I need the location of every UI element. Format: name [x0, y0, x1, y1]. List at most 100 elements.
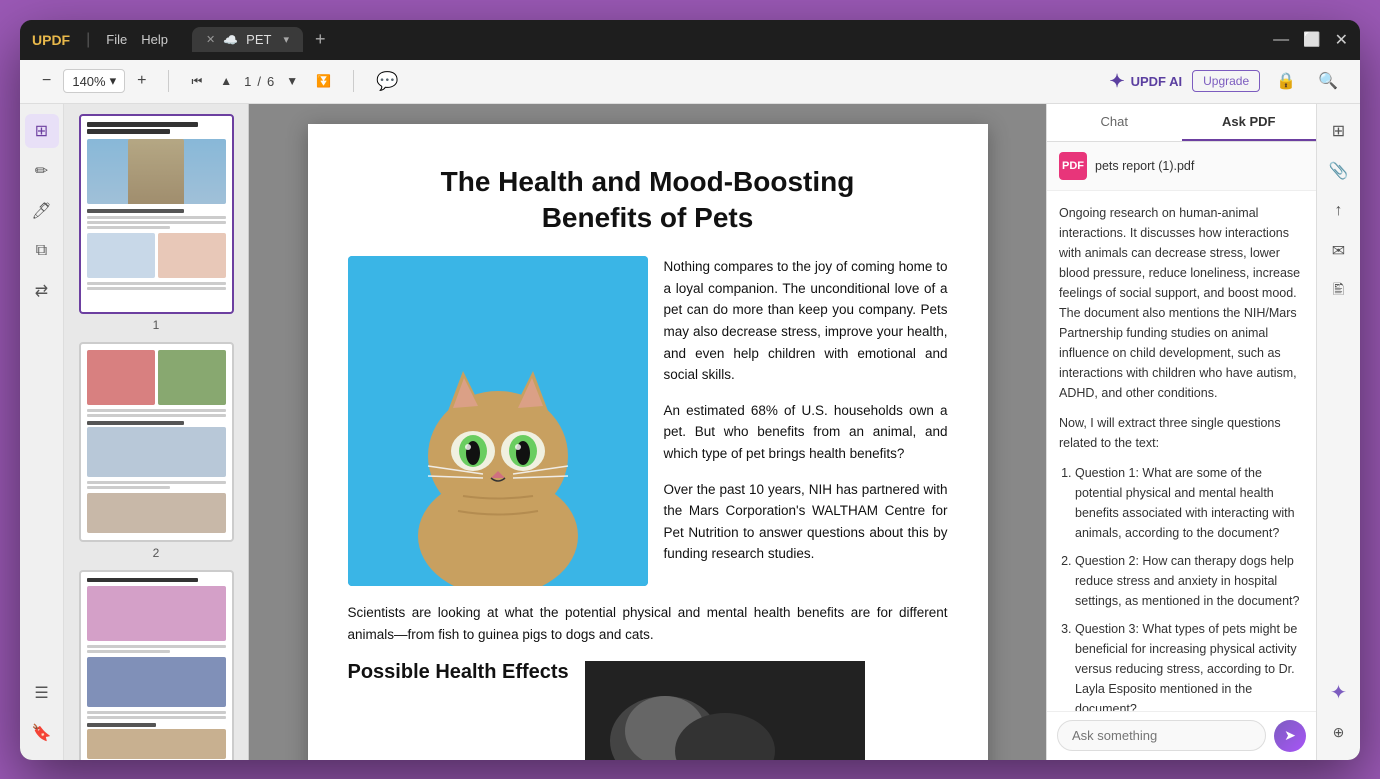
toolbar: − 140% ▾ + ⏮ ▲ 1 / 6 ▼ ⏬ 💬 ✦ UPDF AI Upg… [20, 60, 1360, 104]
close-button[interactable]: ✕ [1335, 30, 1348, 50]
comment-button[interactable]: 💬 [370, 67, 404, 96]
ai-panel: Chat Ask PDF PDF pets report (1).pdf Ong… [1046, 104, 1316, 760]
ai-label: UPDF AI [1131, 74, 1183, 89]
rp-mail-icon[interactable]: ✉ [1322, 234, 1356, 268]
pdf-content-row: Nothing compares to the joy of coming ho… [348, 256, 948, 586]
tab-pet[interactable]: ✕ ☁️ PET ▾ [192, 27, 303, 52]
ai-question-intro: Now, I will extract three single questio… [1059, 413, 1304, 453]
rp-stamp-icon[interactable]: 🖺 [1322, 274, 1356, 308]
tab-ask-pdf[interactable]: Ask PDF [1182, 104, 1317, 141]
pdf-viewer[interactable]: The Health and Mood-BoostingBenefits of … [249, 104, 1046, 760]
toolbar-sep-1 [168, 70, 169, 92]
page-current: 1 [244, 74, 251, 89]
ai-question-1: Question 1: What are some of the potenti… [1075, 463, 1304, 543]
tab-area: ✕ ☁️ PET ▾ + [192, 27, 332, 52]
pdf-para-1: Nothing compares to the joy of coming ho… [664, 256, 948, 386]
tab-chat[interactable]: Chat [1047, 104, 1182, 141]
tab-close-icon[interactable]: ✕ [206, 33, 215, 46]
window-controls: — ⬜ ✕ [1273, 30, 1348, 50]
search-button[interactable]: 🔍 [1312, 67, 1344, 95]
rp-attachment-icon[interactable]: 📎 [1322, 154, 1356, 188]
cat-illustration [348, 256, 648, 586]
app-logo: UPDF [32, 32, 70, 48]
upgrade-button[interactable]: Upgrade [1192, 70, 1260, 92]
pdf-section-title: Possible Health Effects [348, 661, 569, 684]
pdf-section-block: Possible Health Effects [348, 661, 569, 696]
ai-tabs: Chat Ask PDF [1047, 104, 1316, 142]
ai-file-info: PDF pets report (1).pdf [1047, 142, 1316, 191]
ai-logo-icon: ✦ [1110, 71, 1125, 92]
rp-ai-icon[interactable]: ✦ [1322, 676, 1356, 710]
page-nav-controls: ⏮ ▲ 1 / 6 ▼ ⏬ [185, 70, 337, 93]
sidebar-item-bookmark[interactable]: 🔖 [25, 716, 59, 750]
sidebar-item-annotate[interactable]: 🖊 [25, 194, 59, 228]
sidebar-item-edit[interactable]: ✏ [25, 154, 59, 188]
tab-cloud-icon: ☁️ [223, 33, 238, 47]
thumb-num-2: 2 [153, 546, 160, 560]
sidebar-item-convert[interactable]: ⇄ [25, 274, 59, 308]
zoom-dropdown-icon: ▾ [110, 73, 117, 89]
ai-file-icon: PDF [1059, 152, 1087, 180]
thumbnail-panel: 1 [64, 104, 249, 760]
rp-share-icon[interactable]: ↑ [1322, 194, 1356, 228]
menu-help[interactable]: Help [141, 32, 168, 47]
thumb-image-1 [79, 114, 234, 314]
pdf-page: The Health and Mood-BoostingBenefits of … [308, 124, 988, 760]
rp-extra-icon[interactable]: ⊕ [1322, 716, 1356, 750]
nav-last-button[interactable]: ⏬ [310, 70, 337, 92]
sidebar-item-combine[interactable]: ⧉ [25, 234, 59, 268]
updf-ai-button[interactable]: ✦ UPDF AI [1110, 71, 1183, 92]
pdf-title: The Health and Mood-BoostingBenefits of … [348, 164, 948, 237]
ai-input-field[interactable] [1057, 720, 1266, 751]
pdf-bottom-image [585, 661, 865, 759]
rp-view-icon[interactable]: ⊞ [1322, 114, 1356, 148]
tab-label: PET [246, 32, 271, 47]
minimize-button[interactable]: — [1273, 31, 1289, 49]
tab-add-button[interactable]: + [309, 29, 332, 50]
pdf-para-2: An estimated 68% of U.S. households own … [664, 400, 948, 465]
thumb-image-2 [79, 342, 234, 542]
page-separator: / [257, 74, 261, 89]
page-total: 6 [267, 74, 274, 89]
tab-arrow-icon: ▾ [283, 33, 289, 46]
logo-text: UPDF [32, 32, 70, 48]
nav-next-button[interactable]: ▼ [280, 70, 304, 92]
ai-file-name: pets report (1).pdf [1095, 159, 1194, 173]
pdf-cat-image [348, 256, 648, 586]
thumb-item-3[interactable]: 3 [74, 570, 238, 760]
ai-input-row: ➤ [1047, 711, 1316, 760]
zoom-level-display[interactable]: 140% ▾ [63, 69, 125, 93]
left-sidebar: ⊞ ✏ 🖊 ⧉ ⇄ ☰ 🔖 [20, 104, 64, 760]
main-content: ⊞ ✏ 🖊 ⧉ ⇄ ☰ 🔖 [20, 104, 1360, 760]
zoom-out-button[interactable]: − [36, 68, 57, 94]
ai-question-2: Question 2: How can therapy dogs help re… [1075, 551, 1304, 611]
sidebar-item-layers[interactable]: ☰ [25, 676, 59, 710]
thumb-item-2[interactable]: 2 [74, 342, 238, 560]
title-bar: UPDF | File Help ✕ ☁️ PET ▾ + — ⬜ ✕ [20, 20, 1360, 60]
zoom-value: 140% [72, 74, 105, 89]
ai-chat-body: Ongoing research on human-animal interac… [1047, 191, 1316, 711]
right-panel-icons: ⊞ 📎 ↑ ✉ 🖺 ✦ ⊕ [1316, 104, 1360, 760]
ai-questions-list: Question 1: What are some of the potenti… [1059, 463, 1304, 711]
pdf-bottom-section: Possible Health Effects [348, 661, 948, 759]
menu-file[interactable]: File [106, 32, 127, 47]
sidebar-item-thumbnail[interactable]: ⊞ [25, 114, 59, 148]
zoom-controls: − 140% ▾ + [36, 68, 152, 94]
title-sep: | [86, 31, 90, 49]
thumb-image-3 [79, 570, 234, 760]
app-window: UPDF | File Help ✕ ☁️ PET ▾ + — ⬜ ✕ − 14… [20, 20, 1360, 760]
pdf-para-4: Scientists are looking at what the poten… [348, 602, 948, 645]
thumb-num-1: 1 [153, 318, 160, 332]
page-nav: 1 / 6 [244, 74, 274, 89]
ai-send-button[interactable]: ➤ [1274, 720, 1306, 752]
zoom-in-button[interactable]: + [131, 68, 152, 94]
thumb-item-1[interactable]: 1 [74, 114, 238, 332]
maximize-button[interactable]: ⬜ [1303, 31, 1320, 48]
pdf-text-column: Nothing compares to the joy of coming ho… [664, 256, 948, 586]
menu-bar: File Help [106, 32, 168, 47]
lock-button[interactable]: 🔒 [1270, 67, 1302, 95]
toolbar-sep-2 [353, 70, 354, 92]
nav-prev-button[interactable]: ▲ [214, 70, 238, 92]
nav-first-button[interactable]: ⏮ [185, 70, 208, 93]
pdf-para-3: Over the past 10 years, NIH has partnere… [664, 479, 948, 565]
